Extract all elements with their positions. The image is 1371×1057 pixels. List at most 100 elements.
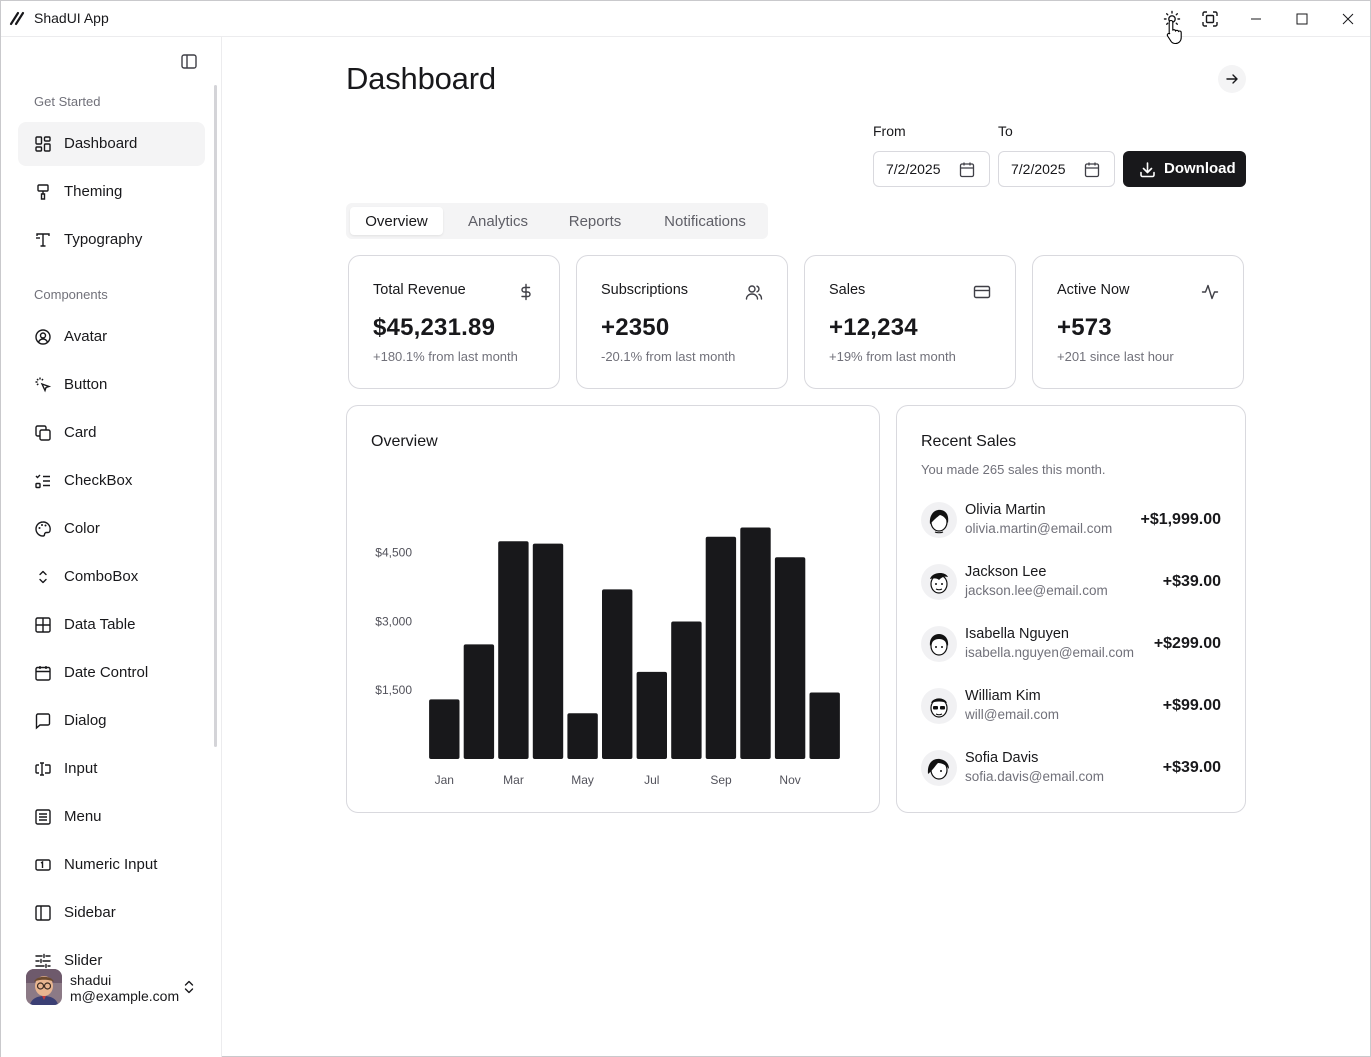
sidebar-item-avatar[interactable]: Avatar [18,315,205,359]
customer-email: sofia.davis@email.com [965,769,1105,784]
table-icon [35,617,51,633]
users-icon [745,285,763,300]
calendar-icon[interactable] [1084,161,1100,178]
stat-title: Sales [829,282,866,298]
palette-icon [35,521,51,537]
dashboard-icon [35,136,51,152]
minimize-button[interactable] [1233,1,1279,36]
calendar-icon[interactable] [959,161,975,178]
stat-change: +201 since last hour [1057,349,1174,364]
recent-sales-title: Recent Sales [921,433,1017,450]
user-menu[interactable]: shadui m@example.com [26,967,206,1007]
x-tick-label: Nov [779,773,800,787]
customer-name: Isabella Nguyen [965,626,1069,642]
sidebar-item-color[interactable]: Color [18,507,205,551]
download-icon [1140,162,1155,178]
customer-email: isabella.nguyen@email.com [965,645,1135,660]
sidebar-item-label: Theming [64,183,123,200]
download-button[interactable]: Download [1123,151,1246,187]
chevrons-up-down-icon [39,570,47,584]
sidebar-item-label: Dialog [64,712,107,729]
tab-reports[interactable]: Reports [552,207,638,235]
tab-overview[interactable]: Overview [350,207,443,235]
x-tick-label: Jan [435,773,454,787]
sidebar-toggle-icon[interactable] [179,53,199,71]
chart-bar-may[interactable] [567,713,598,759]
stat-value: +12,234 [829,314,918,341]
sidebar-item-label: Date Control [64,664,149,681]
x-tick-label: Jul [644,773,659,787]
stat-title: Total Revenue [373,282,466,298]
sidebar-item-date-control[interactable]: Date Control [18,651,205,695]
sidebar-item-dialog[interactable]: Dialog [18,699,205,743]
chart-bar-dec[interactable] [809,692,840,760]
sidebar-item-label: Card [64,424,97,441]
sidebar-item-label: CheckBox [64,472,133,489]
avatar [921,502,957,538]
sidebar-item-input[interactable]: Input [18,747,205,791]
chart-bar-nov[interactable] [774,557,806,759]
y-tick-label: $1,500 [375,683,412,697]
screenshot-button[interactable] [1187,1,1233,36]
sale-amount: +$299.00 [1153,635,1221,652]
avatar [921,688,957,724]
chart-bar-mar[interactable] [498,541,529,759]
paint-roller-icon [37,184,49,200]
chart-bar-feb[interactable] [463,644,495,759]
to-date-input[interactable]: 7/2/2025 [998,151,1115,187]
maximize-icon [1296,13,1308,24]
mouse-cursor-icon [1166,19,1182,45]
from-date-input[interactable]: 7/2/2025 [873,151,990,187]
forward-button[interactable] [1218,65,1246,93]
sidebar-item-sidebar[interactable]: Sidebar [18,891,205,935]
stat-value: +573 [1057,314,1112,341]
app-logo-icon [9,11,25,26]
y-tick-label: $4,500 [375,546,412,560]
card-copy-icon [35,425,51,441]
sidebar-item-typography[interactable]: Typography [18,218,205,262]
pointer-click-icon [35,377,52,393]
sidebar-item-label: Data Table [64,616,136,633]
stat-card-sales: Sales +12,234 +19% from last month [804,255,1016,389]
stat-change: +180.1% from last month [373,349,518,364]
sidebar-item-dashboard[interactable]: Dashboard [18,122,205,166]
chart-bar-jun[interactable] [602,589,633,759]
chart-bar-apr[interactable] [532,543,564,759]
sidebar-item-numeric-input[interactable]: Numeric Input [18,843,205,887]
sidebar-item-button[interactable]: Button [18,363,205,407]
sidebar-item-menu[interactable]: Menu [18,795,205,839]
maximize-button[interactable] [1279,1,1325,36]
chart-bar-oct[interactable] [740,527,771,760]
sidebar-item-theming[interactable]: Theming [18,170,205,214]
chart-bar-jul[interactable] [636,671,667,759]
sidebar-item-label: Input [64,760,98,777]
customer-name: Olivia Martin [965,502,1046,518]
sidebar-item-label: Numeric Input [64,856,158,873]
close-button[interactable] [1325,1,1371,36]
calendar-icon [35,666,51,681]
sidebar-item-checkbox[interactable]: CheckBox [18,459,205,503]
stat-card-subscriptions: Subscriptions +2350 -20.1% from last mon… [576,255,788,389]
tab-analytics[interactable]: Analytics [450,207,546,235]
checklist-icon [35,474,50,489]
avatar [26,969,62,1005]
text-cursor-input-icon [35,762,51,776]
sidebar-item-card[interactable]: Card [18,411,205,455]
to-date-value: 7/2/2025 [1011,161,1066,177]
sidebar-item-label: Button [64,376,108,393]
sidebar-item-data-table[interactable]: Data Table [18,603,205,647]
recent-sales-subtitle: You made 265 sales this month. [921,462,1106,477]
customer-email: will@email.com [965,707,1059,722]
sidebar-item-label: Menu [64,808,102,825]
chart-bar-sep[interactable] [705,536,737,759]
sidebar-item-combobox[interactable]: ComboBox [18,555,205,599]
sidebar-scrollbar[interactable] [214,85,217,747]
tab-notifications[interactable]: Notifications [646,207,764,235]
tab-list: Overview Analytics Reports Notifications [346,203,768,239]
chart-bar-aug[interactable] [671,621,702,760]
list-item: Sofia Davis sofia.davis@email.com +$39.0… [921,750,1221,790]
menu-list-icon [35,809,51,825]
minimize-icon [1251,18,1261,19]
chart-bar-jan[interactable] [429,699,460,759]
title-bar: ShadUI App [1,1,1370,37]
